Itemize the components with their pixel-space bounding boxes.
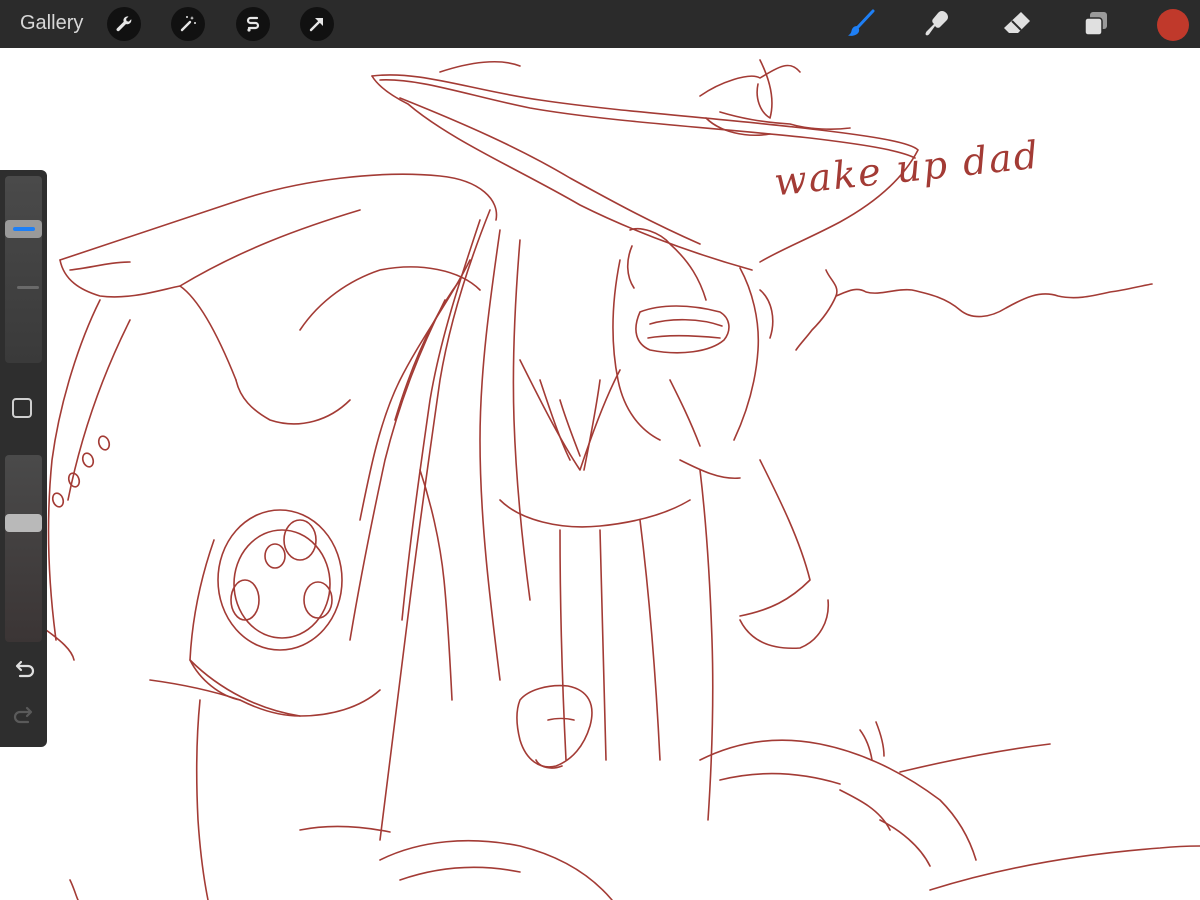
layers-icon[interactable]	[1078, 6, 1114, 42]
top-toolbar: Gallery	[0, 0, 1200, 48]
smudge-icon[interactable]	[921, 6, 957, 42]
brush-size-slider[interactable]	[5, 176, 42, 363]
transform-arrow-icon[interactable]	[300, 7, 334, 41]
brush-size-thumb[interactable]	[5, 219, 42, 238]
eraser-icon[interactable]	[999, 6, 1035, 42]
undo-icon[interactable]	[10, 658, 37, 682]
drawing-canvas[interactable]: wake up dad	[0, 48, 1200, 900]
selection-icon[interactable]	[236, 7, 270, 41]
opacity-slider[interactable]	[5, 455, 42, 642]
gallery-button[interactable]: Gallery	[20, 12, 83, 35]
left-sidebar	[0, 170, 47, 747]
redo-icon[interactable]	[10, 704, 37, 728]
modify-button[interactable]	[12, 398, 32, 418]
canvas-caption: wake up dad	[772, 133, 1042, 205]
magic-wand-icon[interactable]	[171, 7, 205, 41]
opacity-thumb[interactable]	[5, 514, 42, 533]
wrench-icon[interactable]	[107, 7, 141, 41]
slider-tick-mark	[17, 286, 39, 289]
brush-icon[interactable]	[843, 6, 879, 42]
color-picker-swatch[interactable]	[1157, 9, 1189, 41]
